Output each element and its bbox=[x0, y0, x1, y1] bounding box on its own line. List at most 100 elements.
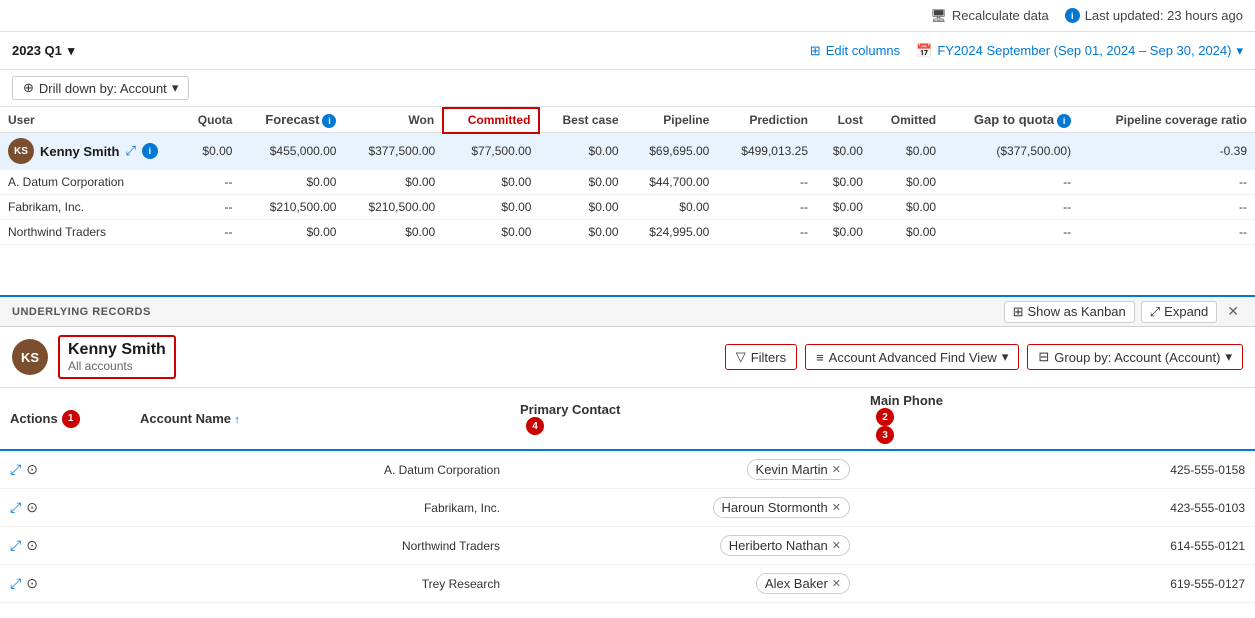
open-record-icon[interactable]: ⤢ bbox=[10, 575, 21, 592]
filters-button[interactable]: ▽ Filters bbox=[725, 344, 797, 370]
table-cell: $0.00 bbox=[443, 170, 539, 195]
phone-cell: 425-555-0158 bbox=[860, 450, 1255, 489]
primary-contact-label: Primary Contact bbox=[520, 402, 620, 417]
remove-contact-icon[interactable]: ✕ bbox=[832, 501, 841, 514]
edit-columns-button[interactable]: ⊞ Edit columns bbox=[810, 43, 900, 59]
header-actions: ⊞ Edit columns 📅 FY2024 September (Sep 0… bbox=[810, 43, 1243, 59]
open-record-icon[interactable]: ⤢ bbox=[10, 461, 21, 478]
kenny-avatar: KS bbox=[8, 138, 34, 164]
ks-right: ▽ Filters ≡ Account Advanced Find View ▾… bbox=[725, 344, 1243, 370]
advanced-find-icon: ≡ bbox=[816, 350, 824, 365]
table-cell: -- bbox=[1079, 170, 1255, 195]
table-cell: $0.00 bbox=[240, 220, 344, 245]
underlying-table: Actions 1 Account Name ↑ Primary Contact… bbox=[0, 388, 1255, 603]
underlying-actions: ⊞ Show as Kanban ⤢ Expand ✕ bbox=[1004, 301, 1243, 323]
user-cell: KSKenny Smith⤢i bbox=[0, 133, 180, 170]
more-options-icon[interactable]: ⊙ bbox=[26, 537, 38, 554]
last-updated-item: i Last updated: 23 hours ago bbox=[1065, 8, 1243, 23]
quarter-title[interactable]: 2023 Q1 ▾ bbox=[12, 43, 74, 59]
gap-info-icon[interactable]: i bbox=[1057, 114, 1071, 128]
table-cell: -- bbox=[944, 170, 1079, 195]
period-selector[interactable]: 📅 FY2024 September (Sep 01, 2024 – Sep 3… bbox=[916, 43, 1243, 59]
table-cell: $77,500.00 bbox=[443, 133, 539, 170]
col-best-case: Best case bbox=[539, 108, 626, 133]
table-cell: $0.00 bbox=[816, 170, 871, 195]
contact-tag: Alex Baker✕ bbox=[756, 573, 850, 594]
advanced-find-button[interactable]: ≡ Account Advanced Find View ▾ bbox=[805, 344, 1019, 370]
more-options-icon[interactable]: ⊙ bbox=[26, 499, 38, 516]
table-cell: ($377,500.00) bbox=[944, 133, 1079, 170]
show-kanban-button[interactable]: ⊞ Show as Kanban bbox=[1004, 301, 1135, 323]
contact-tag: Kevin Martin✕ bbox=[747, 459, 850, 480]
table-cell: -- bbox=[180, 195, 240, 220]
table-cell: $0.00 bbox=[627, 195, 718, 220]
table-cell: $0.00 bbox=[240, 170, 344, 195]
sort-up-icon[interactable]: ↑ bbox=[234, 414, 240, 426]
table-cell: $0.00 bbox=[816, 195, 871, 220]
expand-label: Expand bbox=[1164, 304, 1208, 319]
kenny-smith-panel: KS Kenny Smith All accounts ▽ Filters ≡ … bbox=[0, 327, 1255, 388]
col-lost: Lost bbox=[816, 108, 871, 133]
close-underlying-button[interactable]: ✕ bbox=[1223, 303, 1243, 320]
account-name-cell: Northwind Traders bbox=[130, 527, 510, 565]
user-cell: Northwind Traders bbox=[0, 220, 180, 245]
list-item: ⤢⊙Fabrikam, Inc.Haroun Stormonth✕423-555… bbox=[0, 489, 1255, 527]
recalculate-label: Recalculate data bbox=[952, 8, 1049, 23]
underlying-title: UNDERLYING RECORDS bbox=[12, 306, 151, 318]
expand-button[interactable]: ⤢ Expand bbox=[1141, 301, 1218, 323]
more-options-icon[interactable]: ⊙ bbox=[26, 461, 38, 478]
advanced-find-label: Account Advanced Find View bbox=[829, 350, 997, 365]
table-cell: $0.00 bbox=[871, 220, 944, 245]
table-cell: $377,500.00 bbox=[344, 133, 443, 170]
account-name-cell: Trey Research bbox=[130, 565, 510, 603]
actions-cell: ⤢⊙ bbox=[0, 450, 130, 489]
list-item: ⤢⊙Northwind TradersHeriberto Nathan✕614-… bbox=[0, 527, 1255, 565]
last-updated-label: Last updated: 23 hours ago bbox=[1085, 8, 1243, 23]
header-row: 2023 Q1 ▾ ⊞ Edit columns 📅 FY2024 Septem… bbox=[0, 32, 1255, 70]
table-cell: -0.39 bbox=[1079, 133, 1255, 170]
group-by-icon: ⊟ bbox=[1038, 349, 1049, 365]
table-cell: $455,000.00 bbox=[240, 133, 344, 170]
open-record-icon[interactable]: ⤢ bbox=[10, 499, 21, 516]
drill-down-button[interactable]: ⊕ Drill down by: Account ▾ bbox=[12, 76, 189, 100]
recalculate-item[interactable]: 🖥 Recalculate data bbox=[930, 8, 1048, 24]
group-by-chevron: ▾ bbox=[1225, 349, 1232, 365]
table-cell: $210,500.00 bbox=[344, 195, 443, 220]
col-quota: Quota bbox=[180, 108, 240, 133]
remove-contact-icon[interactable]: ✕ bbox=[832, 463, 841, 476]
ks-sub: All accounts bbox=[68, 359, 166, 373]
table-cell: $0.00 bbox=[344, 170, 443, 195]
info-badge[interactable]: i bbox=[142, 143, 158, 159]
phone-cell: 423-555-0103 bbox=[860, 489, 1255, 527]
drill-label: Drill down by: Account bbox=[39, 81, 167, 96]
period-label: FY2024 September (Sep 01, 2024 – Sep 30,… bbox=[937, 43, 1231, 58]
col-account-name-header: Account Name ↑ bbox=[130, 388, 510, 450]
actions-label: Actions bbox=[10, 411, 58, 426]
group-by-button[interactable]: ⊟ Group by: Account (Account) ▾ bbox=[1027, 344, 1243, 370]
table-cell: -- bbox=[1079, 195, 1255, 220]
quarter-chevron: ▾ bbox=[68, 43, 75, 59]
table-cell: $0.00 bbox=[816, 220, 871, 245]
actions-cell: ⤢⊙ bbox=[0, 527, 130, 565]
col-gap-to-quota: Gap to quotai bbox=[944, 108, 1079, 133]
expand-icon[interactable]: ⤢ bbox=[125, 143, 135, 159]
main-table: User Quota Forecasti Won Committed Best … bbox=[0, 107, 1255, 297]
group-by-label: Group by: Account (Account) bbox=[1054, 350, 1220, 365]
col-prediction: Prediction bbox=[717, 108, 816, 133]
edit-columns-label: Edit columns bbox=[826, 43, 900, 58]
forecast-info-icon[interactable]: i bbox=[322, 114, 336, 128]
user-cell: Fabrikam, Inc. bbox=[0, 195, 180, 220]
more-options-icon[interactable]: ⊙ bbox=[26, 575, 38, 592]
open-record-icon[interactable]: ⤢ bbox=[10, 537, 21, 554]
table-cell: -- bbox=[717, 195, 816, 220]
col-actions-header: Actions 1 bbox=[0, 388, 130, 450]
remove-contact-icon[interactable]: ✕ bbox=[832, 539, 841, 552]
table-cell: -- bbox=[944, 220, 1079, 245]
table-cell: -- bbox=[1079, 220, 1255, 245]
col-main-phone-header: Main Phone 2 3 bbox=[860, 388, 1255, 450]
actions-cell: ⤢⊙ bbox=[0, 489, 130, 527]
filters-label: Filters bbox=[751, 350, 786, 365]
info-icon: i bbox=[1065, 8, 1080, 23]
remove-contact-icon[interactable]: ✕ bbox=[832, 577, 841, 590]
phone-cell: 619-555-0127 bbox=[860, 565, 1255, 603]
